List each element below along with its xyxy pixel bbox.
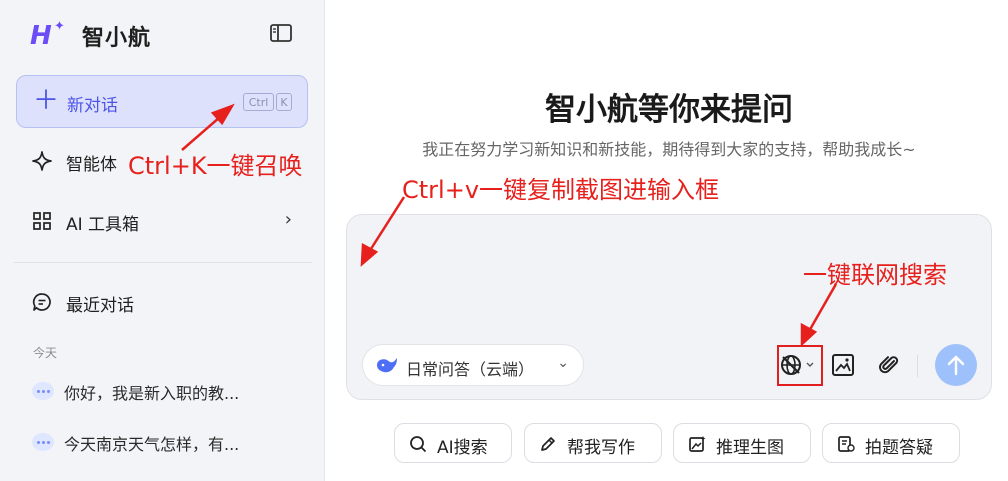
arrow-up-icon (947, 355, 965, 376)
chat-bubble-icon (32, 433, 54, 451)
question-doc-icon (837, 435, 855, 453)
new-chat-label: 新对话 (67, 96, 118, 116)
sidebar-divider (14, 262, 312, 263)
search-icon (409, 435, 427, 453)
history-section-today: 今天 (33, 346, 58, 360)
chat-icon (32, 292, 52, 312)
history-item[interactable]: 今天南京天气怎样，有... (30, 429, 310, 457)
chip-image-gen[interactable]: 推理生图 (673, 423, 811, 463)
plus-icon: ＋ (33, 86, 60, 116)
grid-icon (32, 211, 52, 231)
send-button[interactable] (935, 344, 977, 386)
image-gen-icon (688, 435, 706, 453)
chip-ai-search[interactable]: AI搜索 (394, 423, 512, 463)
sidebar-toggle-icon[interactable] (270, 24, 292, 42)
web-search-highlight-box (777, 345, 823, 386)
sidebar-item-label: AI 工具箱 (66, 215, 140, 235)
sidebar-item-ai-toolbox[interactable]: AI 工具箱 › (16, 201, 308, 241)
sidebar-item-recent-chats[interactable]: 最近对话 (16, 282, 308, 322)
chevron-right-icon: › (284, 209, 292, 230)
annotation-paste: Ctrl+v一键复制截图进输入框 (402, 176, 720, 204)
history-item-text: 你好，我是新入职的教... (64, 384, 240, 403)
logo-letter: H (30, 21, 52, 51)
page-title: 智小航等你来提问 (545, 92, 793, 128)
history-item-text: 今天南京天气怎样，有... (64, 435, 240, 454)
attach-file-button[interactable] (869, 344, 909, 386)
shortcut-key-ctrl: Ctrl (243, 93, 274, 111)
image-icon (832, 354, 854, 376)
history-item[interactable]: 你好，我是新入职的教... (30, 378, 310, 406)
pen-icon (539, 435, 557, 453)
chip-photo-question[interactable]: 拍题答疑 (822, 423, 960, 463)
shortcut-key-k: K (276, 93, 292, 111)
chevron-down-icon: ⌄ (557, 355, 569, 371)
sidebar-item-label: 智能体 (66, 155, 117, 175)
attachment-icon (879, 356, 899, 374)
toolbar-divider (917, 355, 918, 377)
brand-name: 智小航 (82, 26, 152, 51)
sparkle-star-icon: ✦ (54, 19, 65, 34)
logo-mark: H ✦ (30, 19, 80, 51)
model-select[interactable]: 日常问答（云端） ⌄ (362, 344, 584, 386)
sparkle-icon (32, 151, 52, 171)
annotation-web-search: 一键联网搜索 (803, 261, 947, 289)
image-upload-button[interactable] (823, 344, 863, 386)
model-select-label: 日常问答（云端） (406, 360, 535, 379)
new-chat-button[interactable]: ＋ 新对话 Ctrl K (16, 75, 308, 128)
chip-label: AI搜索 (437, 438, 488, 458)
chip-help-write[interactable]: 帮我写作 (524, 423, 662, 463)
sidebar: H ✦ 智小航 ＋ 新对话 Ctrl K 智能体 AI 工具箱 › 最近对话 今… (0, 0, 325, 481)
logo[interactable]: H ✦ 智小航 (30, 19, 152, 52)
chat-composer[interactable]: 日常问答（云端） ⌄ (346, 214, 992, 400)
chip-label: 拍题答疑 (865, 438, 933, 458)
chat-bubble-icon (32, 382, 54, 400)
whale-icon (375, 356, 399, 376)
annotation-shortcut: Ctrl+K一键召唤 (128, 152, 303, 180)
sidebar-item-label: 最近对话 (66, 296, 134, 316)
chip-label: 推理生图 (716, 438, 784, 458)
page-subtitle: 我正在努力学习新知识和新技能，期待得到大家的支持，帮助我成长~ (422, 140, 916, 159)
chip-label: 帮我写作 (567, 438, 635, 458)
